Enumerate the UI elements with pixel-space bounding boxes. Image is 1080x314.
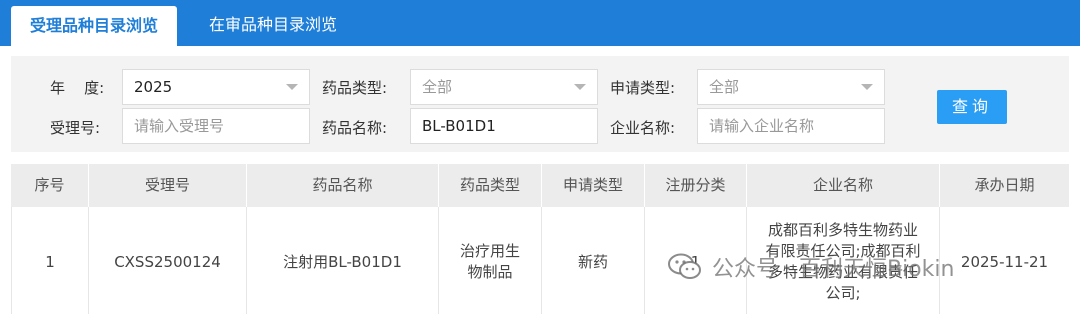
company-label: 企业名称:	[610, 119, 676, 137]
company-input[interactable]: 请输入企业名称	[697, 108, 885, 144]
watermark-text: 公众号 · 百利天恒Biokin	[712, 257, 955, 282]
chevron-down-icon	[286, 84, 298, 90]
chevron-down-icon	[574, 84, 586, 90]
year-select-value: 2025	[134, 78, 173, 96]
watermark: 公众号 · 百利天恒Biokin	[668, 250, 954, 284]
accept-no-input[interactable]: 请输入受理号	[122, 108, 310, 144]
cell-drug-name: 注射用BL-B01D1	[247, 207, 439, 314]
cell-apply-type: 新药	[542, 207, 645, 314]
col-index: 序号	[11, 164, 89, 207]
apply-type-label: 申请类型:	[610, 79, 676, 97]
col-apply-type: 申请类型	[542, 164, 645, 207]
cell-drug-type: 治疗用生物制品	[439, 207, 542, 314]
year-label: 年 度:	[50, 79, 105, 97]
drug-type-select[interactable]: 全部	[410, 69, 598, 105]
drug-type-select-value: 全部	[422, 78, 453, 96]
table-header: 序号 受理号 药品名称 药品类型 申请类型 注册分类 企业名称 承办日期	[11, 164, 1069, 207]
apply-type-select[interactable]: 全部	[697, 69, 885, 105]
col-company: 企业名称	[747, 164, 940, 207]
query-button[interactable]: 查询	[937, 90, 1007, 124]
wechat-icon	[668, 253, 701, 279]
chevron-down-icon	[861, 84, 873, 90]
cell-date: 2025-11-21	[960, 252, 1049, 271]
accept-no-label: 受理号:	[50, 119, 101, 137]
tab-under-review-catalog[interactable]: 在审品种目录浏览	[188, 0, 358, 46]
drug-name-label: 药品名称:	[322, 119, 388, 137]
drug-name-value: BL-B01D1	[422, 117, 496, 135]
col-drug-type: 药品类型	[439, 164, 542, 207]
cell-accept-no: CXSS2500124	[89, 207, 247, 314]
cell-index: 1	[11, 207, 89, 314]
col-drug-name: 药品名称	[247, 164, 439, 207]
company-placeholder: 请输入企业名称	[709, 117, 815, 135]
tab-bar: 受理品种目录浏览 在审品种目录浏览	[0, 0, 1080, 46]
col-accept-no: 受理号	[89, 164, 247, 207]
drug-type-label: 药品类型:	[322, 79, 388, 97]
drug-name-input[interactable]: BL-B01D1	[410, 108, 598, 144]
col-date: 承办日期	[974, 176, 1035, 194]
apply-type-select-value: 全部	[709, 78, 740, 96]
tab-accepted-catalog[interactable]: 受理品种目录浏览	[11, 6, 177, 46]
accept-no-placeholder: 请输入受理号	[134, 117, 225, 135]
col-reg-class: 注册分类	[645, 164, 747, 207]
year-select[interactable]: 2025	[122, 69, 310, 105]
